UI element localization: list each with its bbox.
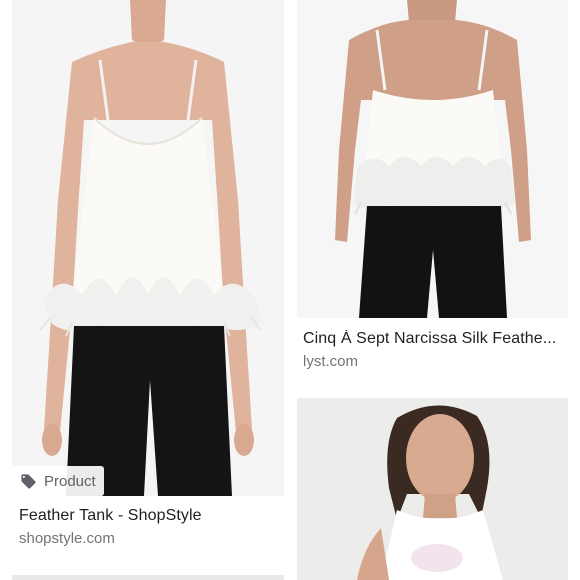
model-back-illustration xyxy=(297,0,568,318)
result-card-cinq-a-sept[interactable]: Cinq À Sept Narcissa Silk Feathe... lyst… xyxy=(290,0,580,380)
model-front-illustration xyxy=(12,0,284,496)
result-title[interactable]: Cinq À Sept Narcissa Silk Feathe... xyxy=(303,330,568,348)
result-card-third[interactable] xyxy=(290,398,580,580)
result-source[interactable]: lyst.com xyxy=(303,353,358,370)
product-badge: Product xyxy=(12,466,104,496)
model-portrait-illustration xyxy=(297,398,568,580)
product-image-third[interactable] xyxy=(297,398,568,580)
product-badge-label: Product xyxy=(44,472,96,490)
product-image-cinq-a-sept[interactable] xyxy=(297,0,568,318)
product-image-feather-tank[interactable] xyxy=(12,0,284,496)
product-image-partial[interactable] xyxy=(12,575,284,580)
result-title[interactable]: Feather Tank - ShopStyle xyxy=(19,507,284,525)
tag-icon xyxy=(20,473,37,490)
result-card-feather-tank[interactable]: Product Feather Tank - ShopStyle shopsty… xyxy=(0,0,290,560)
result-source[interactable]: shopstyle.com xyxy=(19,530,115,547)
